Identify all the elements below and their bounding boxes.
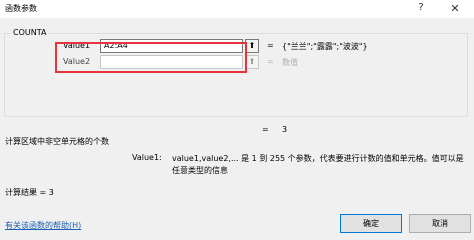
highlight-box [55,42,247,73]
dialog-title: 函数参数 [5,4,37,13]
argument-description-name: Value1: [132,153,162,162]
cancel-button[interactable]: 取消 [409,214,471,233]
value2-equals: = [267,57,274,66]
collapse-arrow-icon: ⬆ [248,41,256,50]
ok-button[interactable]: 确定 [340,214,402,233]
title-bar: 函数参数 ? ✕ [0,0,474,18]
value2-result: 数值 [282,58,298,67]
calculation-result: 计算结果 = 3 [5,188,54,197]
formula-result-value: 3 [282,125,288,134]
value1-collapse-button[interactable]: ⬆ [245,39,259,53]
formula-result-equals: = [262,125,269,134]
collapse-arrow-icon: ⬆ [248,57,256,66]
argument-description-text: value1,value2,... 是 1 到 255 个参数，代表要进行计数的… [172,154,464,175]
function-help-link[interactable]: 有关该函数的帮助(H) [5,220,81,231]
close-icon[interactable]: ✕ [447,2,463,16]
function-description: 计算区域中非空单元格的个数 [5,137,109,146]
help-icon[interactable]: ? [413,2,429,16]
value2-collapse-button[interactable]: ⬆ [245,55,259,69]
dialog-body: COUNTA Value1 A2:A4 ⬆ = {"兰兰";"露露";"波波"}… [0,18,474,236]
function-name: COUNTA [10,28,50,37]
value1-equals: = [267,41,274,50]
value1-result: {"兰兰";"露露";"波波"} [282,42,368,51]
